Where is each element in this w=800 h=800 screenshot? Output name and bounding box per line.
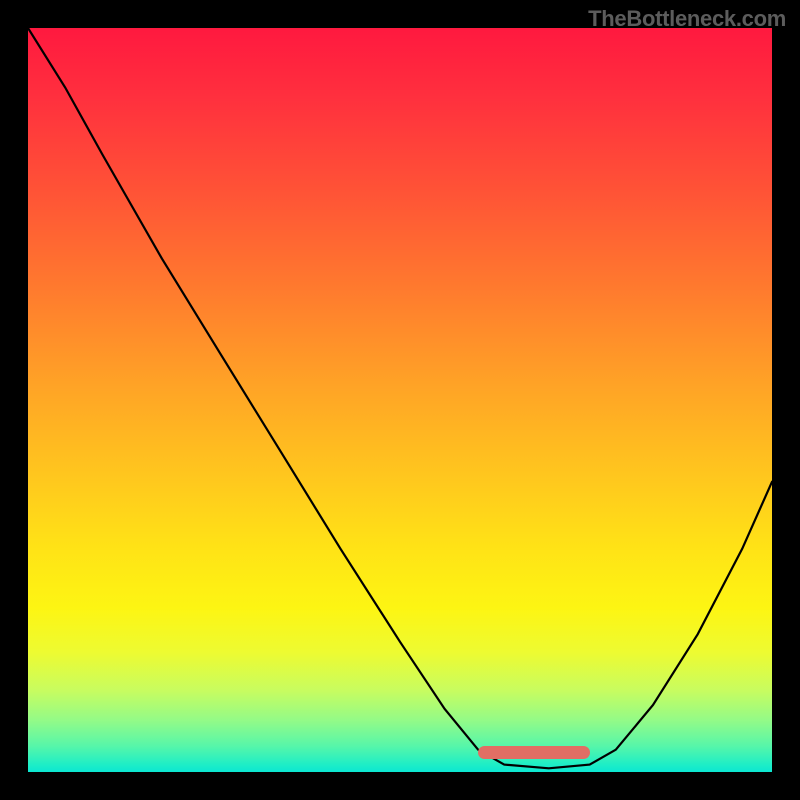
chart-curve <box>28 28 772 772</box>
chart-container: TheBottleneck.com <box>0 0 800 800</box>
plot-area <box>28 28 772 772</box>
watermark-text: TheBottleneck.com <box>588 6 786 32</box>
optimal-marker <box>478 746 590 759</box>
